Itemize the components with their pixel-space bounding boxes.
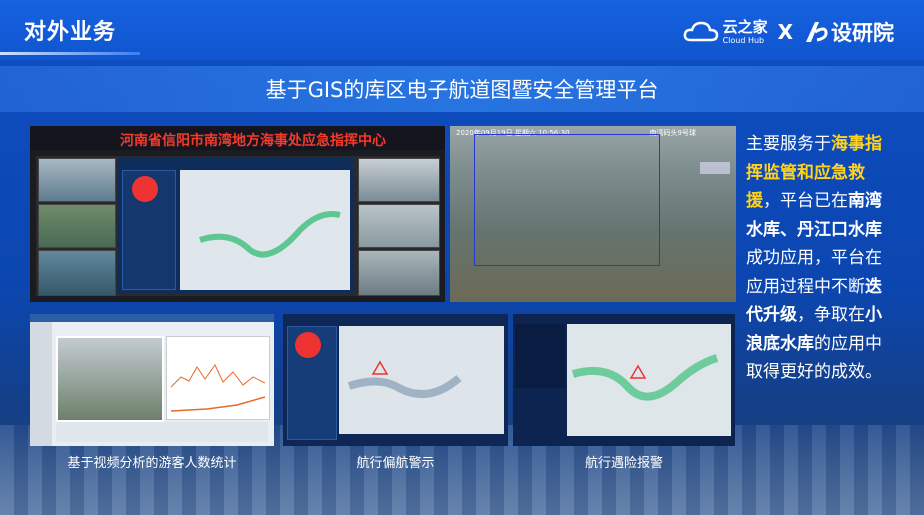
title-banner: 基于GIS的库区电子航道图暨安全管理平台 [0,66,924,112]
danger-alarm-screenshot [513,314,735,446]
cloud-hub-wordmark: 云之家 Cloud Hub [722,17,768,45]
caption-route-deviation: 航行偏航警示 [356,456,435,471]
cloud-hub-cn: 云之家 [722,17,768,36]
cloud-hub-logo-icon [683,21,718,42]
video-wall [36,156,440,296]
partner-mark-icon [806,22,828,42]
video-wall-map-screen [118,158,354,294]
command-center-header: 河南省信阳市南湾地方海事处应急指挥中心 [30,126,445,150]
slide-title: 基于GIS的库区电子航道图暨安全管理平台 [265,78,659,102]
desc-part-2: ，平台已在 [763,191,848,211]
tourist-chart [166,336,270,420]
section-title: 对外业务 [24,20,117,45]
alarm-route-icon [571,354,719,401]
video-wall-feed-6 [358,250,440,296]
caption-danger-alarm: 航行遇险报警 [584,456,663,471]
cloud-hub-en: Cloud Hub [722,35,765,45]
surveillance-camera-frame: 2020年09月19日 星期六 10:56:30 南湾码头9号球 [450,126,736,302]
deviation-warning-icon [347,360,462,398]
title-underline [0,52,140,55]
video-wall-feed-3 [38,250,116,296]
detection-region-box [474,134,660,266]
brand-logos: 云之家 Cloud Hub X 设研院 [683,16,894,48]
partner-name: 设研院 [831,21,894,45]
tourist-video-frame [56,336,164,422]
command-center-title: 河南省信阳市南湾地方海事处应急指挥中心 [120,133,386,149]
desc-part-4: ，争取在 [797,305,865,325]
description-text: 主要服务于海事指挥监管和应急救援，平台已在南湾水库、丹江口水库成功应用，平台在应… [746,130,896,387]
desc-part-3: 成功应用，平台在应用过程中不断 [746,248,882,297]
video-wall-feed-2 [38,204,116,248]
boat-shape [700,162,730,174]
tourist-count-screenshot [30,314,274,446]
desc-part-1: 主要服务于 [746,134,831,154]
brand-separator: X [777,20,793,44]
caption-tourist-count: 基于视频分析的游客人数统计 [67,456,237,471]
route-deviation-screenshot [283,314,508,446]
video-wall-feed-1 [38,158,116,202]
video-wall-feed-4 [358,158,440,202]
route-line-icon [199,211,341,258]
command-center-photo: 河南省信阳市南湾地方海事处应急指挥中心 [30,126,445,302]
partner-logo: 设研院 [803,17,894,47]
video-wall-feed-5 [358,204,440,248]
